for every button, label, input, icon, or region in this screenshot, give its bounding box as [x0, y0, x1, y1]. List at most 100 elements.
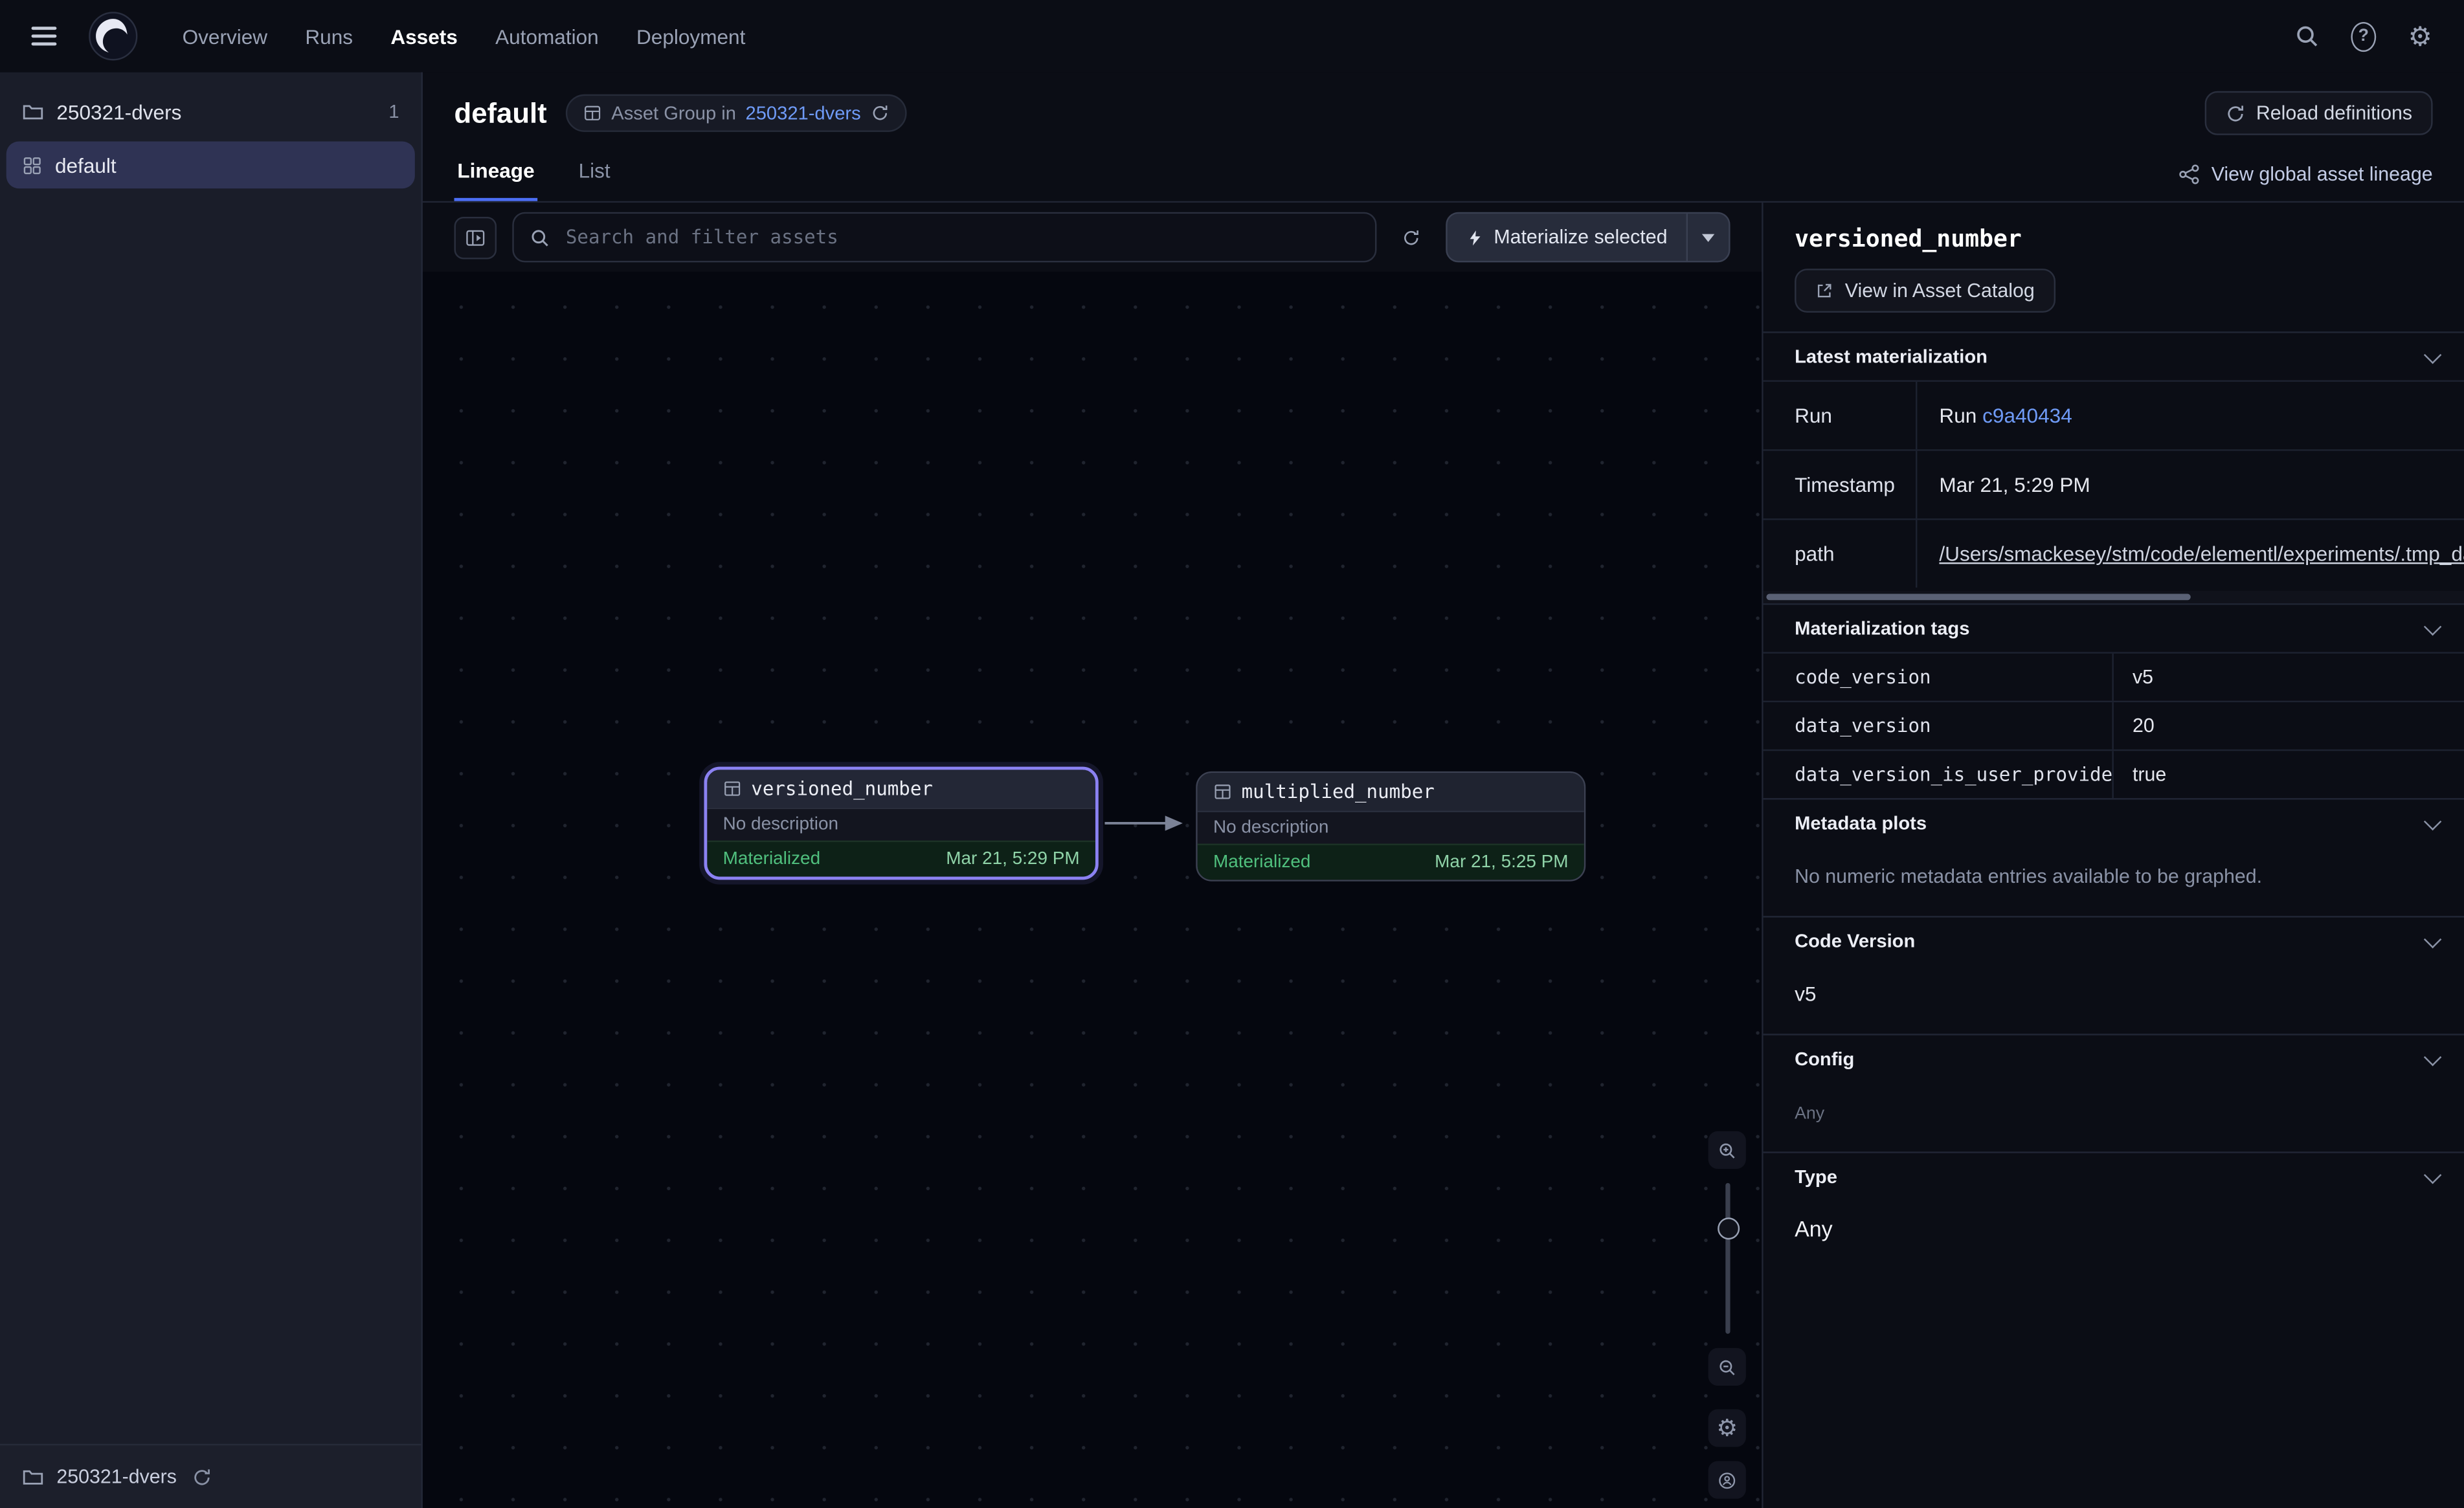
path-link[interactable]: /Users/smackesey/stm/code/elementl/exper… — [1939, 542, 2464, 565]
zoom-slider[interactable] — [1708, 1183, 1746, 1334]
chevron-down-icon — [2424, 1048, 2441, 1065]
refresh-graph-button[interactable] — [1392, 218, 1429, 256]
section-latest-materialization[interactable]: Latest materialization — [1764, 331, 2464, 380]
chevron-down-icon — [2424, 812, 2441, 830]
search-icon — [530, 227, 550, 248]
view-tabs: Lineage List View global asset lineage — [423, 141, 2464, 203]
menu-button[interactable] — [22, 14, 66, 58]
sidebar-item-label: default — [55, 153, 117, 177]
section-code-version[interactable]: Code Version — [1764, 916, 2464, 964]
zoom-out-button[interactable] — [1708, 1348, 1746, 1386]
asset-search-input[interactable] — [563, 225, 1359, 250]
settings-button[interactable]: ⚙ — [2398, 14, 2442, 58]
refresh-icon[interactable] — [870, 104, 889, 122]
asset-group-badge: Asset Group in 250321-dvers — [566, 94, 906, 132]
sidebar-item-default[interactable]: default — [6, 141, 415, 188]
metadata-plots-empty-message: No numeric metadata entries available to… — [1795, 865, 2262, 887]
panel-asset-title: versioned_number — [1795, 225, 2433, 253]
view-in-asset-catalog-label: View in Asset Catalog — [1845, 280, 2035, 302]
sidebar-footer: 250321-dvers — [0, 1444, 421, 1508]
section-type[interactable]: Type — [1764, 1151, 2464, 1200]
nav-item-runs[interactable]: Runs — [305, 25, 353, 48]
dagster-logo-icon[interactable] — [88, 11, 139, 61]
asset-group-badge-icon — [583, 104, 602, 122]
global-lineage-icon — [2178, 163, 2201, 185]
reload-icon — [2224, 103, 2245, 124]
panel-horizontal-scrollbar[interactable] — [1764, 591, 2464, 603]
help-button[interactable]: ? — [2342, 14, 2386, 58]
tab-list[interactable]: List — [576, 159, 614, 201]
reload-definitions-button[interactable]: Reload definitions — [2204, 91, 2433, 135]
person-circle-icon — [1718, 1468, 1736, 1491]
latest-materialization-table: Run Run c9a40434 Timestamp Mar 21, 5:29 … — [1764, 380, 2464, 587]
view-global-lineage-label: View global asset lineage — [2212, 163, 2433, 185]
toggle-sidebar-panel-button[interactable] — [454, 216, 497, 259]
lightning-icon — [1466, 227, 1483, 248]
feedback-button[interactable] — [1708, 1461, 1746, 1498]
search-icon — [2294, 23, 2320, 49]
asset-node-name: versioned_number — [751, 778, 933, 800]
sidebar-footer-label: 250321-dvers — [56, 1466, 177, 1488]
view-global-lineage-link[interactable]: View global asset lineage — [2178, 163, 2433, 201]
view-in-asset-catalog-button[interactable]: View in Asset Catalog — [1795, 269, 2055, 313]
section-materialization-tags[interactable]: Materialization tags — [1764, 603, 2464, 652]
badge-group-link[interactable]: 250321-dvers — [746, 102, 861, 124]
asset-node-name: multiplied_number — [1242, 781, 1435, 803]
chevron-down-icon — [2424, 1166, 2441, 1183]
top-nav: Overview Runs Assets Automation Deployme… — [0, 0, 2464, 72]
external-link-icon — [1815, 282, 1834, 300]
reload-definitions-label: Reload definitions — [2256, 102, 2412, 124]
nav-item-deployment[interactable]: Deployment — [636, 25, 745, 48]
chevron-down-icon — [2424, 930, 2441, 948]
asset-node-timestamp: Mar 21, 5:25 PM — [1435, 853, 1568, 872]
config-value: Any — [1795, 1104, 1824, 1123]
badge-prefix: Asset Group in — [611, 102, 736, 124]
asset-sidebar: 250321-dvers 1 default 250321-dvers — [0, 72, 423, 1508]
table-row: code_version v5 — [1764, 652, 2464, 700]
chevron-down-icon — [1702, 233, 1714, 241]
zoom-controls: ⚙ — [1708, 1131, 1746, 1499]
search-button[interactable] — [2285, 14, 2329, 58]
table-row: data_version_is_user_provided true — [1764, 749, 2464, 798]
run-prefix: Run — [1939, 404, 1977, 427]
asset-table-icon — [723, 779, 742, 798]
materialization-tags-table: code_version v5 data_version 20 data_ver… — [1764, 652, 2464, 798]
type-value: Any — [1795, 1216, 1833, 1241]
zoom-in-icon — [1718, 1138, 1736, 1162]
run-id-link[interactable]: c9a40434 — [1982, 404, 2072, 427]
asset-search[interactable] — [512, 212, 1376, 263]
scrollbar-thumb[interactable] — [1766, 594, 2190, 601]
table-row-path: path /Users/smackesey/stm/code/elementl/… — [1764, 518, 2464, 588]
page-title: default — [454, 96, 547, 129]
graph-settings-button[interactable]: ⚙ — [1708, 1409, 1746, 1447]
app-root: Overview Runs Assets Automation Deployme… — [0, 0, 2464, 1508]
zoom-out-icon — [1718, 1355, 1736, 1379]
nav-item-automation[interactable]: Automation — [495, 25, 599, 48]
gear-icon: ⚙ — [1716, 1416, 1738, 1439]
sidebar-group-label: 250321-dvers — [56, 100, 181, 123]
lineage-toolbar: Materialize selected — [423, 203, 1762, 272]
tab-lineage[interactable]: Lineage — [454, 159, 538, 201]
table-row-timestamp: Timestamp Mar 21, 5:29 PM — [1764, 449, 2464, 518]
refresh-icon[interactable] — [192, 1467, 213, 1487]
table-row: data_version 20 — [1764, 701, 2464, 749]
section-metadata-plots[interactable]: Metadata plots — [1764, 798, 2464, 847]
materialize-selected-button[interactable]: Materialize selected — [1445, 212, 1730, 263]
page-header: default Asset Group in 250321-dvers — [423, 72, 2464, 142]
asset-node-multiplied-number[interactable]: multiplied_number No description Materia… — [1196, 771, 1585, 882]
nav-item-overview[interactable]: Overview — [183, 25, 268, 48]
sidebar-group-row[interactable]: 250321-dvers 1 — [0, 85, 421, 139]
materialize-dropdown-button[interactable] — [1686, 214, 1729, 261]
help-icon: ? — [2351, 21, 2376, 51]
asset-node-description: No description — [1198, 811, 1584, 844]
zoom-slider-handle[interactable] — [1718, 1217, 1740, 1239]
asset-node-versioned-number[interactable]: versioned_number No description Material… — [704, 767, 1098, 880]
main-nav: Overview Runs Assets Automation Deployme… — [183, 25, 746, 48]
timestamp-value: Mar 21, 5:29 PM — [1916, 451, 2464, 518]
lineage-edge — [423, 272, 1762, 1508]
zoom-in-button[interactable] — [1708, 1131, 1746, 1169]
nav-actions: ? ⚙ — [2285, 14, 2442, 58]
lineage-canvas[interactable]: versioned_number No description Material… — [423, 272, 1762, 1508]
nav-item-assets[interactable]: Assets — [390, 25, 458, 48]
section-config[interactable]: Config — [1764, 1034, 2464, 1082]
